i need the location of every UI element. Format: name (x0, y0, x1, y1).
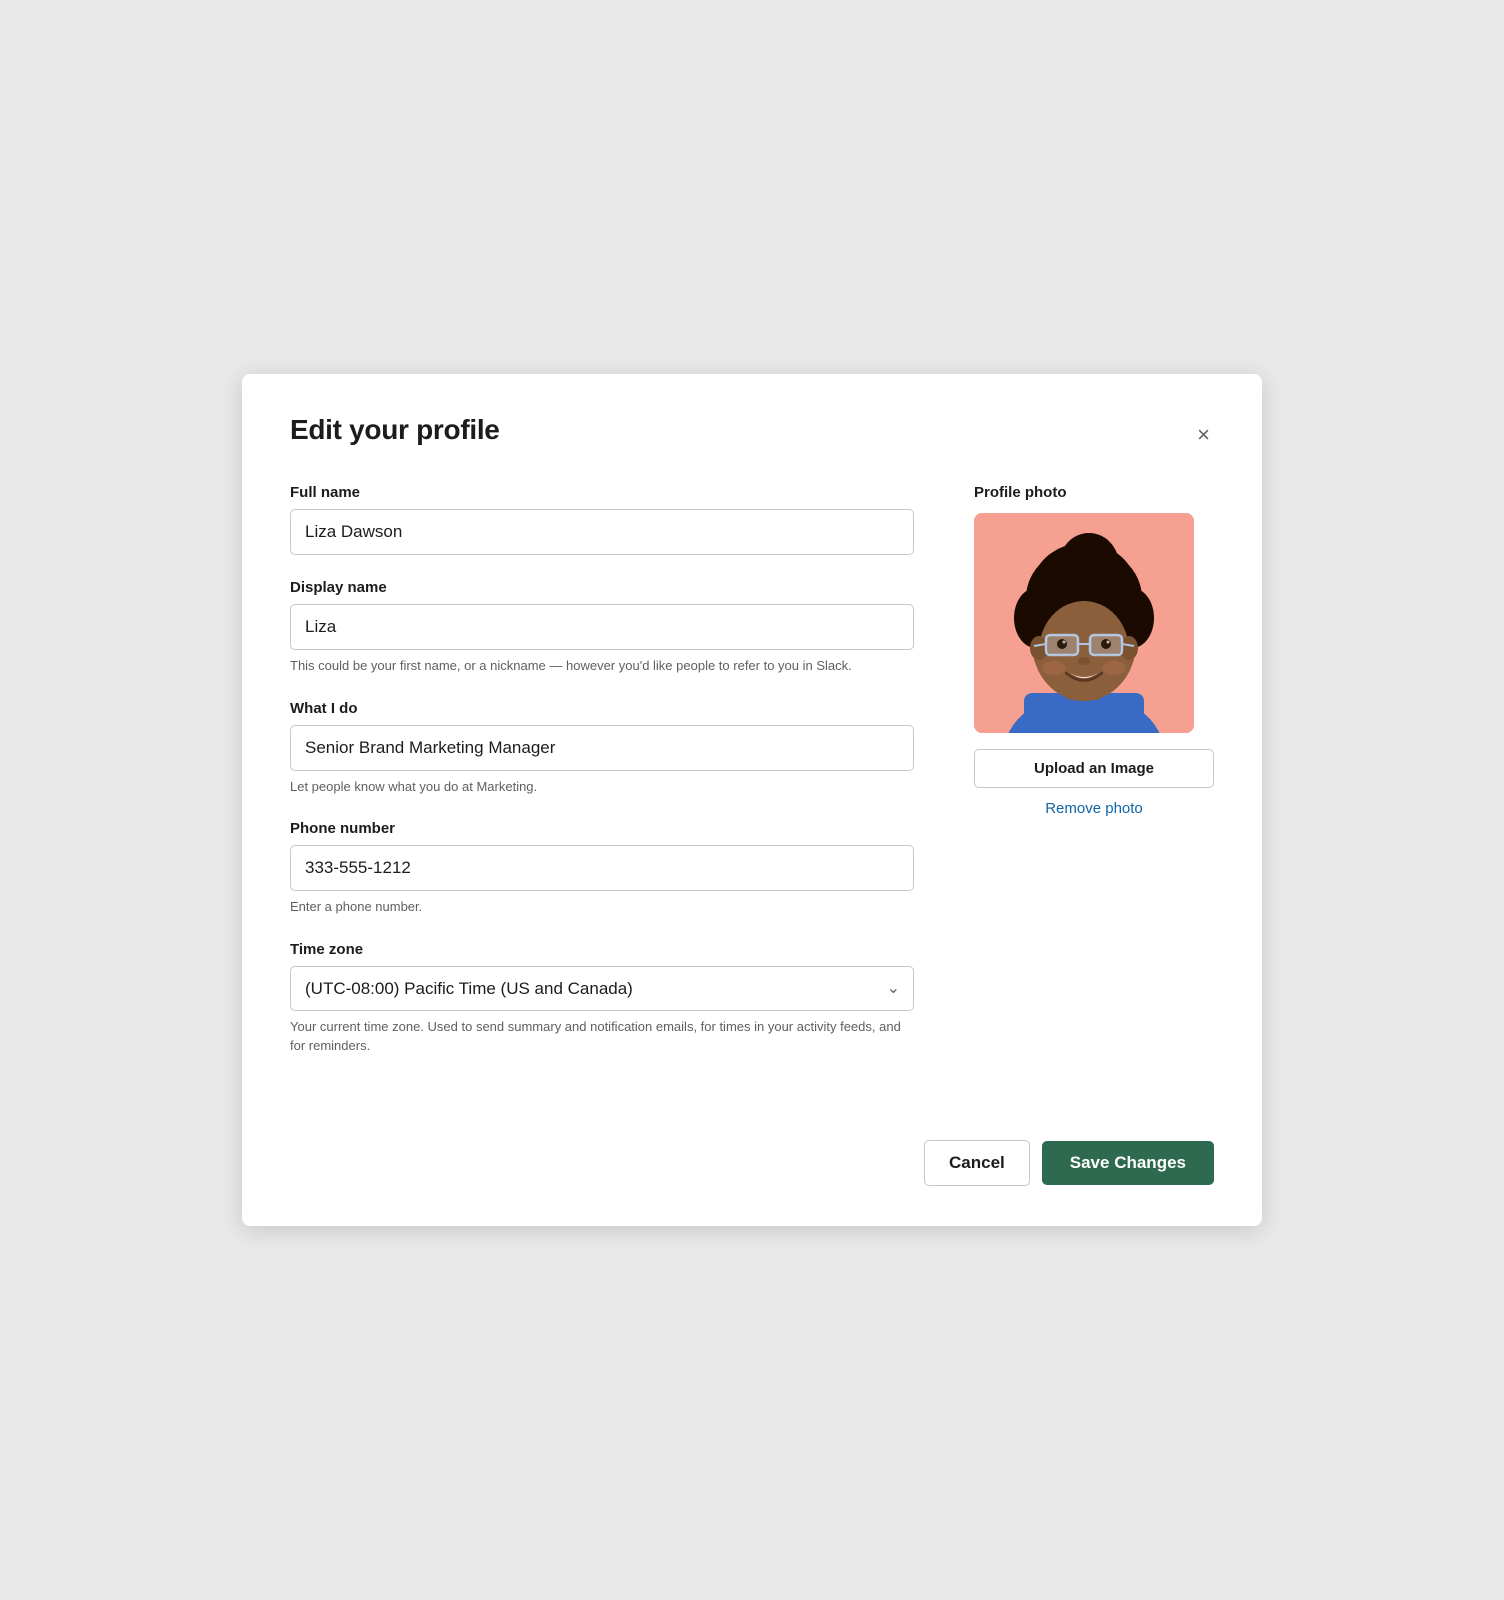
profile-photo (974, 513, 1194, 733)
what-i-do-input[interactable] (290, 725, 914, 771)
modal-body: Full name Display name This could be you… (290, 484, 1214, 1080)
display-name-group: Display name This could be your first na… (290, 579, 914, 676)
phone-number-group: Phone number Enter a phone number. (290, 820, 914, 917)
cancel-button-label: Cancel (949, 1153, 1005, 1172)
modal-footer: Cancel Save Changes (290, 1120, 1214, 1186)
display-name-hint: This could be your first name, or a nick… (290, 656, 914, 676)
form-section: Full name Display name This could be you… (290, 484, 914, 1080)
phone-number-input[interactable] (290, 845, 914, 891)
what-i-do-hint: Let people know what you do at Marketing… (290, 777, 914, 797)
upload-button-label: Upload an Image (1034, 760, 1154, 777)
display-name-input[interactable] (290, 604, 914, 650)
full-name-input[interactable] (290, 509, 914, 555)
time-zone-group: Time zone (UTC-12:00) International Date… (290, 941, 914, 1056)
photo-section: Profile photo (974, 484, 1214, 1080)
what-i-do-label: What I do (290, 700, 914, 717)
modal-title: Edit your profile (290, 414, 500, 446)
upload-image-button[interactable]: Upload an Image (974, 749, 1214, 788)
time-zone-select-wrapper: (UTC-12:00) International Date Line West… (290, 966, 914, 1011)
time-zone-label: Time zone (290, 941, 914, 958)
display-name-label: Display name (290, 579, 914, 596)
time-zone-hint: Your current time zone. Used to send sum… (290, 1017, 914, 1056)
profile-photo-container (974, 513, 1194, 733)
modal-header: Edit your profile × (290, 414, 1214, 452)
full-name-group: Full name (290, 484, 914, 555)
save-button-label: Save Changes (1070, 1153, 1186, 1172)
phone-number-hint: Enter a phone number. (290, 897, 914, 917)
profile-photo-label: Profile photo (974, 484, 1214, 501)
phone-number-label: Phone number (290, 820, 914, 837)
save-changes-button[interactable]: Save Changes (1042, 1141, 1214, 1185)
full-name-label: Full name (290, 484, 914, 501)
time-zone-select[interactable]: (UTC-12:00) International Date Line West… (290, 966, 914, 1011)
close-button[interactable]: × (1193, 418, 1214, 452)
modal-overlay: Edit your profile × Full name Display na… (0, 0, 1504, 1600)
edit-profile-modal: Edit your profile × Full name Display na… (242, 374, 1262, 1226)
remove-photo-link[interactable]: Remove photo (974, 800, 1214, 817)
cancel-button[interactable]: Cancel (924, 1140, 1030, 1186)
what-i-do-group: What I do Let people know what you do at… (290, 700, 914, 797)
remove-photo-label: Remove photo (1045, 800, 1143, 817)
close-icon: × (1197, 422, 1210, 448)
